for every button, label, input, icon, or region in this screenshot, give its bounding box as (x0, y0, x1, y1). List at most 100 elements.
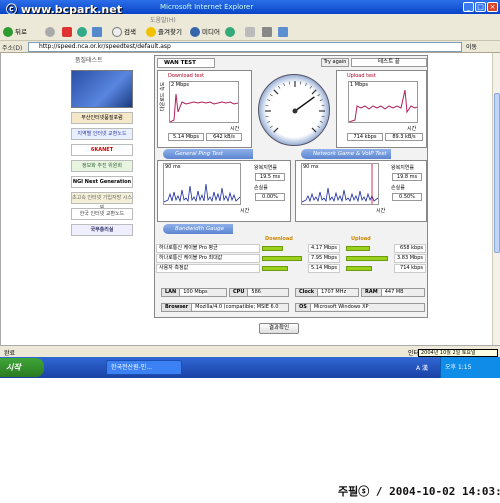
scroll-thumb[interactable] (494, 93, 500, 253)
print-icon (262, 27, 272, 37)
gauge-tick (305, 83, 307, 87)
upload-bar (346, 256, 388, 261)
back-arrow-icon (3, 27, 13, 37)
nav-item-3[interactable]: 정보화 추진 위원회 (71, 160, 133, 172)
gauge-tick (267, 121, 271, 123)
home-button[interactable] (92, 26, 104, 38)
go-button[interactable]: 이동 (466, 42, 477, 51)
download-bar (262, 256, 302, 261)
bandwidth-row-2: 사용자 측정값 5.14 Mbps 714 kbps (156, 264, 428, 273)
taskbar: 시작 한국전산원-인... A 漢 오후 1:15 (0, 357, 500, 378)
page: ⓒ www.bcpark.net Microsoft Internet Expl… (0, 0, 500, 503)
gauge-tick (283, 83, 285, 87)
browser-info: Browser Mozilla/4.0 (compatible; MSIE 6.0 (161, 303, 289, 312)
address-input[interactable]: http://speed.nca.or.kr/speedtest/default… (28, 42, 462, 52)
refresh-button[interactable] (77, 26, 89, 38)
download-bytes: 642 kB/s (206, 133, 242, 141)
vertical-scrollbar[interactable] (492, 53, 500, 345)
tab-wan-test[interactable]: WAN TEST (157, 58, 215, 68)
history-button[interactable] (225, 26, 237, 38)
download-value: 4.17 Mbps (308, 244, 340, 253)
refresh-icon (77, 27, 87, 37)
upload-axis-x: 시간 (407, 126, 417, 132)
gauge-tick (299, 81, 302, 85)
upload-bytes: 89.3 kB/s (385, 133, 423, 141)
home-icon (92, 27, 102, 37)
upload-title: Upload test (347, 73, 376, 79)
nav-item-4[interactable]: NGI Next Generation (71, 176, 133, 188)
favorites-button[interactable]: 즐겨찾기 (146, 26, 182, 38)
try-again-button[interactable]: Try again (321, 58, 349, 67)
download-value: 7.95 Mbps (308, 254, 340, 263)
voip-loss-label: 손실률 (391, 185, 405, 191)
gauge-tick (269, 94, 273, 97)
close-button[interactable]: × (487, 2, 498, 12)
download-panel: Download test 다운로드 속도 2 Mbps 시간 5.14 Mbp… (157, 70, 252, 148)
gauge-tick (317, 94, 321, 97)
menu-help[interactable]: 도움말(H) (150, 15, 176, 24)
voip-plot: 90 ms (301, 163, 379, 205)
minimize-button[interactable]: _ (463, 2, 474, 12)
ram-value: 447 MB (381, 289, 404, 295)
os-value: Microsoft Windows XP (310, 304, 369, 310)
nav-item-6[interactable]: 한국 인터넷 교환노드 (71, 208, 133, 220)
ping-loss: 0.00% (255, 193, 285, 201)
ping-loss-label: 손실률 (254, 185, 268, 191)
voip-loss: 0.50% (392, 193, 422, 201)
mail-button[interactable] (245, 26, 257, 38)
general-ping-header: General Ping Test (163, 149, 253, 159)
nav-item-7[interactable]: 국무총리실 (71, 224, 133, 236)
language-indicator[interactable]: A 漢 (416, 363, 428, 372)
media-button[interactable]: 미디어 (190, 26, 220, 38)
download-speed: 5.14 Mbps (168, 133, 204, 141)
browser-label: Browser (162, 304, 193, 311)
toolbar: 뒤로 검색 즐겨찾기 미디어 (0, 24, 500, 41)
nav-item-0[interactable]: 부산인터넷품질포럼 (71, 112, 133, 124)
bandwidth-header: Bandwidth Gauge (163, 224, 233, 234)
window-title: Microsoft Internet Explorer (160, 3, 254, 11)
speed-gauge (258, 74, 330, 146)
search-button[interactable]: 검색 (112, 26, 136, 38)
start-button[interactable]: 시작 (0, 358, 44, 377)
view-results-button[interactable]: 결과확인 (259, 323, 299, 334)
maximize-button[interactable]: □ (475, 2, 486, 12)
bandwidth-row-1: 하나로통신 케이블 Pro 최대값 7.95 Mbps 3.83 Mbps (156, 254, 428, 263)
bandwidth-row-0: 하나로통신 케이블 Pro 평균 4.17 Mbps 658 kbps (156, 244, 428, 253)
gauge-hub (292, 108, 298, 114)
favorites-label: 즐겨찾기 (158, 28, 182, 36)
clock: 오후 1:15 (445, 364, 472, 371)
gauge-tick (273, 89, 279, 95)
status-text: 완료 (4, 350, 16, 357)
address-label: 주소(D) (2, 45, 23, 52)
gauge-tick (288, 81, 291, 85)
download-axis-x: 시간 (230, 126, 240, 132)
gauge-tick (321, 115, 325, 118)
gauge-tick (311, 127, 317, 133)
ping-axis-x: 시간 (240, 208, 250, 214)
stop-button[interactable] (62, 26, 74, 38)
nav-item-1[interactable]: 지역별 인터넷 교환노드 (71, 128, 133, 140)
edit-button[interactable] (278, 26, 290, 38)
ram-info: RAM 447 MB (361, 288, 425, 297)
gauge-tick (319, 121, 323, 123)
upload-value: 3.83 Mbps (394, 254, 426, 263)
gauge-tick (317, 125, 321, 128)
media-icon (190, 27, 200, 37)
nav-banner-image[interactable] (71, 70, 133, 108)
back-button[interactable]: 뒤로 (3, 26, 27, 38)
ping-latency: 19.5 ms (255, 173, 285, 181)
nav-item-2[interactable]: 6KANET (71, 144, 133, 156)
print-button[interactable] (262, 26, 274, 38)
lan-info: LAN 100 Mbps (161, 288, 227, 297)
voip-trace (302, 164, 378, 204)
gauge-tick (309, 85, 312, 89)
forward-button[interactable] (45, 26, 57, 38)
os-info: OS Microsoft Windows XP (295, 303, 425, 312)
ram-label: RAM (362, 289, 382, 296)
gauge-tick (278, 85, 281, 89)
upload-bar (346, 266, 373, 271)
taskbar-window[interactable]: 한국전산원-인... (106, 360, 182, 375)
nav-item-5[interactable]: 초고속 인터넷 가입자망 시스템 (71, 192, 133, 211)
system-tray: 오후 1:15 (440, 357, 500, 378)
history-icon (225, 27, 235, 37)
